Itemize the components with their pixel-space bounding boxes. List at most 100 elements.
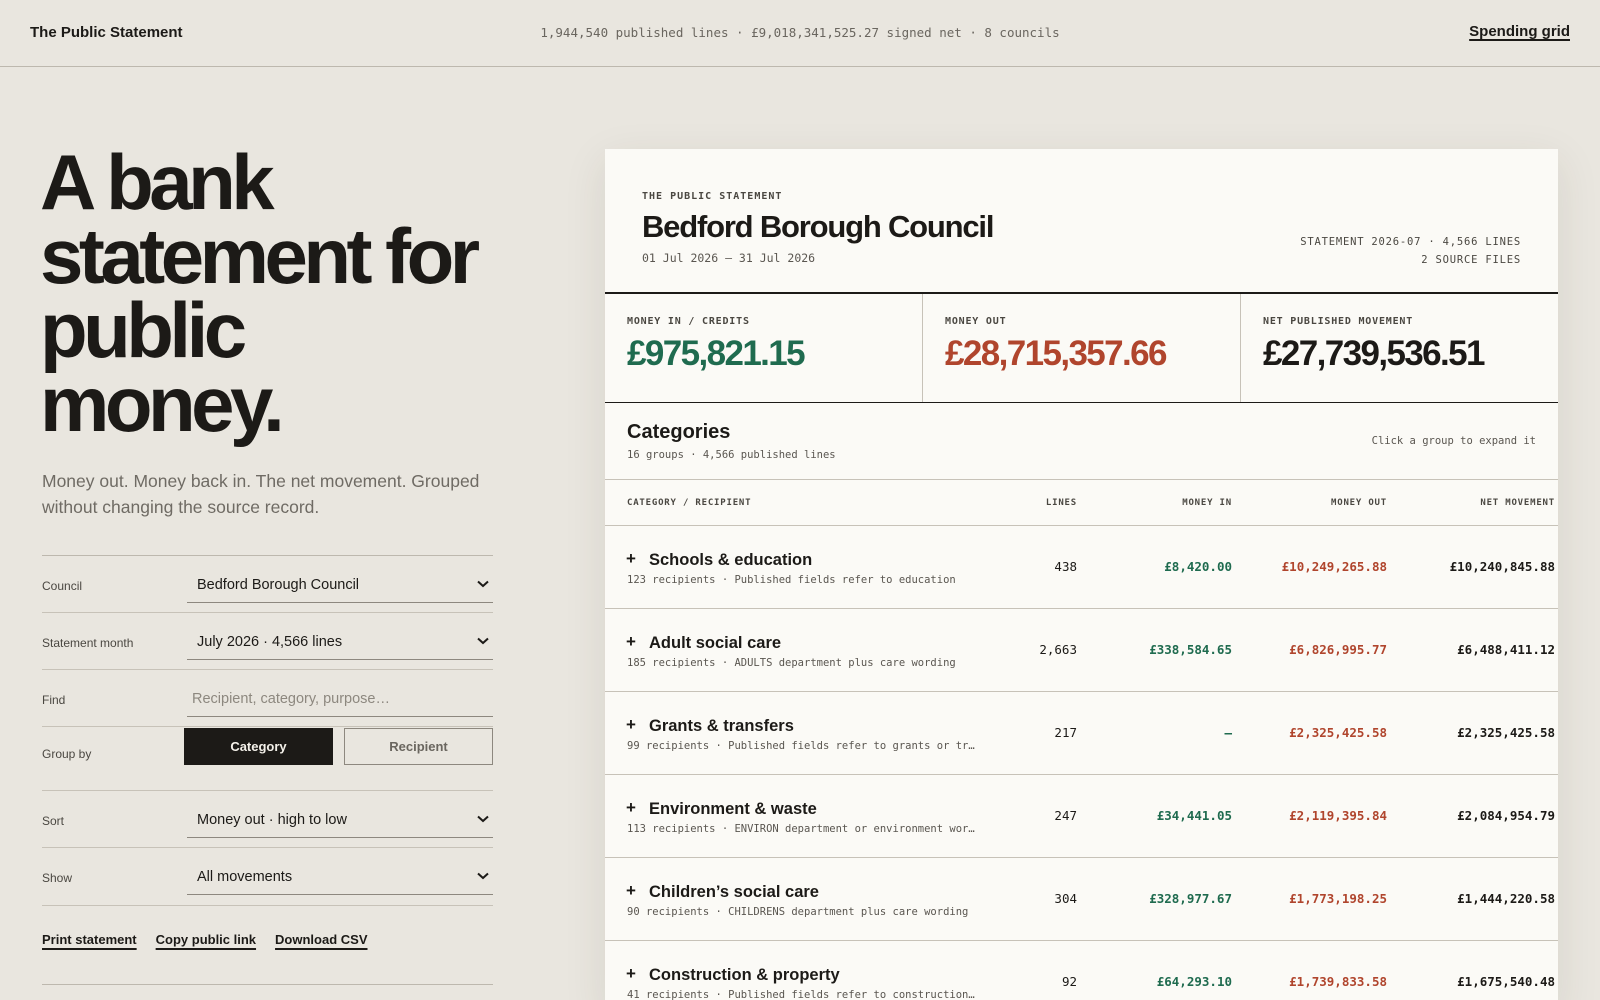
dataset-summary: 1,944,540 published lines · £9,018,341,5…	[0, 25, 1600, 40]
group-by-row: Group by Category Recipient	[42, 727, 493, 791]
category-lines: 217	[1054, 725, 1077, 740]
plus-icon[interactable]: +	[626, 964, 636, 984]
group-by-recipient-button[interactable]: Recipient	[344, 728, 493, 765]
category-name: Environment & waste	[649, 800, 817, 818]
chevron-down-icon	[477, 811, 489, 826]
category-net: £2,084,954.79	[1457, 808, 1555, 823]
category-name: Grants & transfers	[649, 717, 794, 735]
show-select[interactable]: All movements	[187, 856, 493, 895]
plus-icon[interactable]: +	[626, 715, 636, 735]
category-description: 123 recipients · Published fields refer …	[627, 574, 956, 586]
month-label: Statement month	[42, 636, 134, 650]
statement-meta-lines: STATEMENT 2026-07 · 4,566 LINES	[1300, 236, 1521, 248]
sort-row: Sort Money out · high to low	[42, 791, 493, 848]
statement-card: THE PUBLIC STATEMENT Bedford Borough Cou…	[605, 149, 1558, 1000]
find-input[interactable]	[187, 678, 493, 717]
total-label: MONEY IN / CREDITS	[627, 316, 750, 327]
total-money-out: MONEY OUT £28,715,357.66	[923, 294, 1241, 402]
categories-subtitle: 16 groups · 4,566 published lines	[627, 449, 836, 461]
copy-public-link[interactable]: Copy public link	[156, 932, 256, 947]
chevron-down-icon	[477, 868, 489, 883]
table-header: CATEGORY / RECIPIENT LINES MONEY IN MONE…	[605, 480, 1558, 526]
category-net: £10,240,845.88	[1449, 559, 1555, 574]
statement-meta-files: 2 SOURCE FILES	[1421, 254, 1521, 266]
print-statement-link[interactable]: Print statement	[42, 932, 137, 947]
category-money-in: £328,977.67	[1149, 891, 1232, 906]
find-label: Find	[42, 693, 66, 707]
chevron-down-icon	[477, 576, 489, 591]
categories-title: Categories	[627, 421, 731, 443]
category-money-out: £2,325,425.58	[1289, 725, 1387, 740]
council-label: Council	[42, 579, 83, 593]
show-label: Show	[42, 871, 73, 885]
category-lines: 304	[1054, 891, 1077, 906]
category-name: Schools & education	[649, 551, 813, 569]
category-lines: 438	[1054, 559, 1077, 574]
plus-icon[interactable]: +	[626, 632, 636, 652]
table-row[interactable]: + Adult social care 185 recipients · ADU…	[605, 609, 1558, 692]
total-label: NET PUBLISHED MOVEMENT	[1263, 316, 1414, 327]
sort-select-value: Money out · high to low	[197, 812, 347, 828]
category-money-out: £2,119,395.84	[1289, 808, 1387, 823]
category-description: 41 recipients · Published fields refer t…	[627, 989, 977, 1000]
table-row[interactable]: + Children’s social care 90 recipients ·…	[605, 858, 1558, 941]
council-select[interactable]: Bedford Borough Council	[187, 564, 493, 603]
category-description: 185 recipients · ADULTS department plus …	[627, 657, 956, 669]
month-select-value: July 2026 · 4,566 lines	[197, 634, 343, 650]
hero-headline: A bank statement for public money.	[40, 138, 480, 448]
category-lines: 2,663	[1039, 642, 1077, 657]
category-money-in: £64,293.10	[1156, 974, 1232, 989]
category-rows: + Schools & education 123 recipients · P…	[605, 526, 1558, 1000]
column-header-lines[interactable]: LINES	[1046, 498, 1077, 508]
categories-hint: Click a group to expand it	[1371, 435, 1536, 447]
column-header-category[interactable]: CATEGORY / RECIPIENT	[627, 498, 751, 508]
category-net: £1,675,540.48	[1457, 974, 1555, 989]
category-description: 90 recipients · CHILDRENS department plu…	[627, 906, 969, 918]
category-name: Adult social care	[649, 634, 782, 652]
group-by-label: Group by	[42, 747, 92, 761]
dataset-summary-text: 1,944,540 published lines · £9,018,341,5…	[540, 25, 1060, 40]
table-row[interactable]: + Schools & education 123 recipients · P…	[605, 526, 1558, 609]
group-by-category-button[interactable]: Category	[184, 728, 333, 765]
column-header-money-in[interactable]: MONEY IN	[1182, 498, 1232, 508]
council-select-value: Bedford Borough Council	[197, 577, 360, 593]
plus-icon[interactable]: +	[626, 798, 636, 818]
total-label: MONEY OUT	[945, 316, 1007, 327]
category-lines: 92	[1061, 974, 1077, 989]
hero-lede: Money out. Money back in. The net moveme…	[42, 471, 480, 517]
statement-controls: Council Bedford Borough Council Statemen…	[42, 555, 493, 906]
brand-name[interactable]: The Public Statement	[30, 24, 183, 41]
total-value: £975,821.15	[627, 334, 806, 373]
statement-council-name: Bedford Borough Council	[642, 209, 994, 244]
category-money-in: £8,420.00	[1164, 559, 1232, 574]
download-csv-link[interactable]: Download CSV	[275, 932, 367, 947]
category-description: 113 recipients · ENVIRON department or e…	[627, 823, 977, 835]
divider	[42, 984, 493, 985]
categories-header: Categories 16 groups · 4,566 published l…	[605, 403, 1558, 480]
table-row[interactable]: + Environment & waste 113 recipients · E…	[605, 775, 1558, 858]
month-select[interactable]: July 2026 · 4,566 lines	[187, 621, 493, 660]
category-money-out: £1,739,833.58	[1289, 974, 1387, 989]
category-description: 99 recipients · Published fields refer t…	[627, 740, 977, 752]
sort-label: Sort	[42, 814, 65, 828]
plus-icon[interactable]: +	[626, 549, 636, 569]
top-bar: The Public Statement 1,944,540 published…	[0, 0, 1600, 67]
category-lines: 247	[1054, 808, 1077, 823]
statement-totals: MONEY IN / CREDITS £975,821.15 MONEY OUT…	[605, 294, 1558, 403]
table-row[interactable]: + Construction & property 41 recipients …	[605, 941, 1558, 1000]
column-header-money-out[interactable]: MONEY OUT	[1331, 498, 1387, 508]
category-money-out: £10,249,265.88	[1281, 559, 1387, 574]
chevron-down-icon	[477, 633, 489, 648]
show-row: Show All movements	[42, 848, 493, 906]
spending-grid-link[interactable]: Spending grid	[1469, 23, 1570, 40]
column-header-net-movement[interactable]: NET MOVEMENT	[1480, 498, 1555, 508]
plus-icon[interactable]: +	[626, 881, 636, 901]
sort-select[interactable]: Money out · high to low	[187, 799, 493, 838]
category-name: Construction & property	[649, 966, 840, 984]
statement-period: 01 Jul 2026 – 31 Jul 2026	[642, 251, 816, 265]
council-row: Council Bedford Borough Council	[42, 556, 493, 613]
table-row[interactable]: + Grants & transfers 99 recipients · Pub…	[605, 692, 1558, 775]
category-net: £2,325,425.58	[1457, 725, 1555, 740]
category-name: Children’s social care	[649, 883, 819, 901]
category-money-in: –	[1224, 725, 1232, 740]
